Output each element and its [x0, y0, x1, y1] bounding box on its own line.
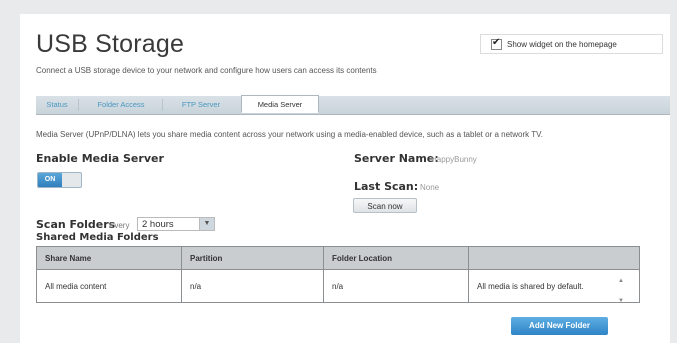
show-widget-option[interactable]: ✔ Show widget on the homepage	[480, 34, 663, 54]
table-header-row: Share Name Partition Folder Location	[36, 246, 640, 270]
last-scan-label: Last Scan:	[354, 180, 419, 193]
toggle-on-label: ON	[38, 173, 62, 187]
column-header-partition: Partition	[181, 246, 324, 270]
scan-interval-value: 2 hours	[142, 219, 174, 230]
tab-bar: Status Folder Access FTP Server Media Se…	[36, 95, 670, 115]
table-row[interactable]: All media content n/a n/a All media is s…	[36, 269, 640, 303]
server-name-label: Server Name:	[354, 152, 439, 165]
tab-media-server[interactable]: Media Server	[241, 95, 319, 113]
checkmark-icon: ✔	[492, 36, 501, 48]
page-subtitle: Connect a USB storage device to your net…	[36, 66, 377, 75]
media-server-description: Media Server (UPnP/DLNA) lets you share …	[36, 130, 543, 139]
share-name-cell: All media content	[36, 269, 182, 303]
scan-folders-label: Scan Folders	[36, 218, 116, 231]
column-header-note	[468, 246, 640, 270]
column-header-share-name: Share Name	[36, 246, 182, 270]
folder-location-cell: n/a	[323, 269, 469, 303]
shared-media-folders-title: Shared Media Folders	[36, 232, 159, 243]
page-title: USB Storage	[36, 30, 185, 58]
media-server-toggle[interactable]: ON	[37, 172, 82, 188]
chevron-down-icon: ▼	[199, 218, 214, 230]
server-name-value: HappyBunny	[431, 155, 477, 164]
enable-media-server-label: Enable Media Server	[36, 152, 164, 165]
column-header-folder-location: Folder Location	[323, 246, 469, 270]
last-scan-value: None	[420, 183, 440, 192]
scan-every-label: Every	[109, 221, 130, 230]
shared-folders-table: Share Name Partition Folder Location All…	[36, 246, 640, 303]
scan-now-button[interactable]: Scan now	[353, 198, 417, 213]
note-cell: All media is shared by default.	[468, 269, 640, 303]
tab-divider	[78, 99, 79, 111]
tab-folder-access[interactable]: Folder Access	[84, 96, 158, 114]
tab-status[interactable]: Status	[40, 96, 74, 114]
add-new-folder-button[interactable]: Add New Folder	[511, 317, 608, 335]
tab-ftp-server[interactable]: FTP Server	[168, 96, 234, 114]
tab-divider	[162, 99, 163, 111]
usb-storage-panel: USB Storage Connect a USB storage device…	[20, 14, 670, 343]
scan-interval-select[interactable]: 2 hours ▼	[137, 217, 215, 231]
show-widget-checkbox[interactable]: ✔	[491, 36, 502, 50]
table-scrollbar[interactable]: ▲ ▼	[617, 276, 625, 308]
show-widget-label: Show widget on the homepage	[507, 39, 617, 49]
partition-cell: n/a	[181, 269, 324, 303]
